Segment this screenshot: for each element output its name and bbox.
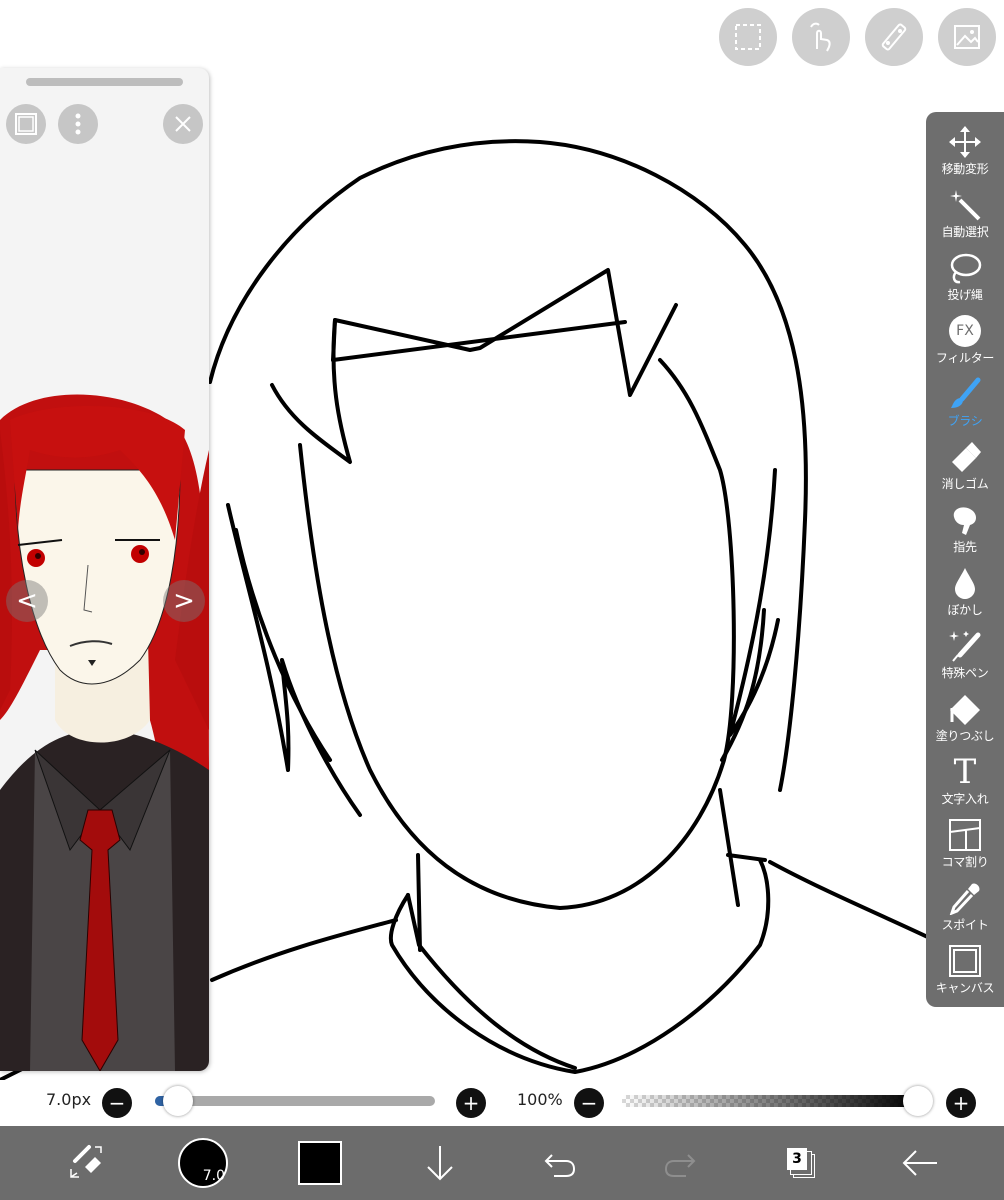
layers-icon: 3 xyxy=(782,1145,818,1181)
eraser-icon xyxy=(947,439,983,475)
tool-canvas[interactable]: キャンバス xyxy=(926,943,1004,1005)
reference-close-button[interactable] xyxy=(163,104,203,144)
tool-frame-divider[interactable]: コマ割り xyxy=(926,817,1004,879)
tool-text[interactable]: T 文字入れ xyxy=(926,754,1004,816)
tool-smudge[interactable]: 指先 xyxy=(926,502,1004,564)
opacity-slider[interactable] xyxy=(622,1095,918,1107)
text-tool-glyph: T xyxy=(953,752,977,792)
tool-blur[interactable]: ぼかし xyxy=(926,565,1004,627)
brush-size-button[interactable]: 7.0 xyxy=(175,1126,231,1200)
tool-brush[interactable]: ブラシ xyxy=(926,376,1004,438)
more-vertical-icon xyxy=(75,113,81,135)
eyedropper-icon xyxy=(947,880,983,916)
blur-drop-icon xyxy=(947,565,983,601)
arrow-left-icon xyxy=(902,1150,937,1176)
brush-size-decrease-button[interactable]: − xyxy=(102,1088,132,1118)
tool-eyedropper[interactable]: スポイト xyxy=(926,880,1004,942)
material-button[interactable] xyxy=(938,8,996,66)
tool-palette: 移動変形 自動選択 投げ縄 FX フィルター ブラシ 消しゴム 指先 ぼかし 特… xyxy=(926,112,1004,1007)
fx-badge: FX xyxy=(949,315,981,347)
opacity-slider-knob[interactable] xyxy=(903,1086,933,1116)
reference-next-button[interactable]: > xyxy=(163,580,205,622)
reference-window: < > xyxy=(0,68,209,1071)
opacity-value: 100% xyxy=(517,1090,563,1109)
ruler-icon xyxy=(881,23,907,51)
undo-icon xyxy=(544,1154,576,1177)
opacity-decrease-button[interactable]: − xyxy=(574,1088,604,1118)
tool-special-pen[interactable]: 特殊ペン xyxy=(926,628,1004,690)
tool-filter[interactable]: FX フィルター xyxy=(926,313,1004,375)
reference-prev-button[interactable]: < xyxy=(6,580,48,622)
lasso-icon xyxy=(947,250,983,286)
ruler-button[interactable] xyxy=(865,8,923,66)
layer-count: 3 xyxy=(787,1148,807,1170)
quick-action-button[interactable] xyxy=(55,1126,115,1200)
close-icon xyxy=(175,116,191,132)
brush-preview: 7.0 xyxy=(178,1138,228,1188)
gesture-button[interactable] xyxy=(792,8,850,66)
reference-frame-button[interactable] xyxy=(6,104,46,144)
color-button[interactable] xyxy=(296,1126,344,1200)
reference-more-button[interactable] xyxy=(58,104,98,144)
frame-icon xyxy=(15,113,37,135)
import-button[interactable] xyxy=(418,1126,462,1200)
redo-icon xyxy=(664,1154,696,1177)
canvas-icon xyxy=(947,943,983,979)
swap-pen-eraser-icon xyxy=(70,1145,102,1178)
brush-size-value: 7.0px xyxy=(46,1090,92,1109)
current-color-swatch xyxy=(298,1141,342,1185)
fill-bucket-icon xyxy=(947,691,983,727)
reference-drag-handle[interactable] xyxy=(26,78,183,86)
frame-divider-icon xyxy=(947,817,983,853)
move-transform-icon xyxy=(947,124,983,160)
back-button[interactable] xyxy=(898,1126,942,1200)
tool-auto-select[interactable]: 自動選択 xyxy=(926,187,1004,249)
reference-illustration xyxy=(0,390,209,1071)
tool-fill[interactable]: 塗りつぶし xyxy=(926,691,1004,753)
smudge-icon xyxy=(947,502,983,538)
brush-size-increase-button[interactable]: + xyxy=(456,1088,486,1118)
tool-move-transform[interactable]: 移動変形 xyxy=(926,124,1004,186)
gesture-icon xyxy=(810,22,831,52)
arrow-down-icon xyxy=(427,1146,453,1181)
special-pen-icon xyxy=(947,628,983,664)
opacity-increase-button[interactable]: + xyxy=(946,1088,976,1118)
tool-lasso[interactable]: 投げ縄 xyxy=(926,250,1004,312)
selection-button[interactable] xyxy=(719,8,777,66)
magic-wand-icon xyxy=(947,187,983,223)
material-icon xyxy=(954,25,980,49)
undo-button[interactable] xyxy=(538,1126,582,1200)
text-icon: T xyxy=(947,754,983,790)
selection-icon xyxy=(735,24,761,50)
layers-button[interactable]: 3 xyxy=(778,1126,822,1200)
brush-icon xyxy=(947,376,983,412)
bottom-toolbar: 7.0 3 xyxy=(0,1126,1004,1200)
brush-size-slider[interactable] xyxy=(155,1096,435,1106)
tool-eraser[interactable]: 消しゴム xyxy=(926,439,1004,501)
redo-button[interactable] xyxy=(658,1126,702,1200)
fx-filter-icon: FX xyxy=(947,313,983,349)
